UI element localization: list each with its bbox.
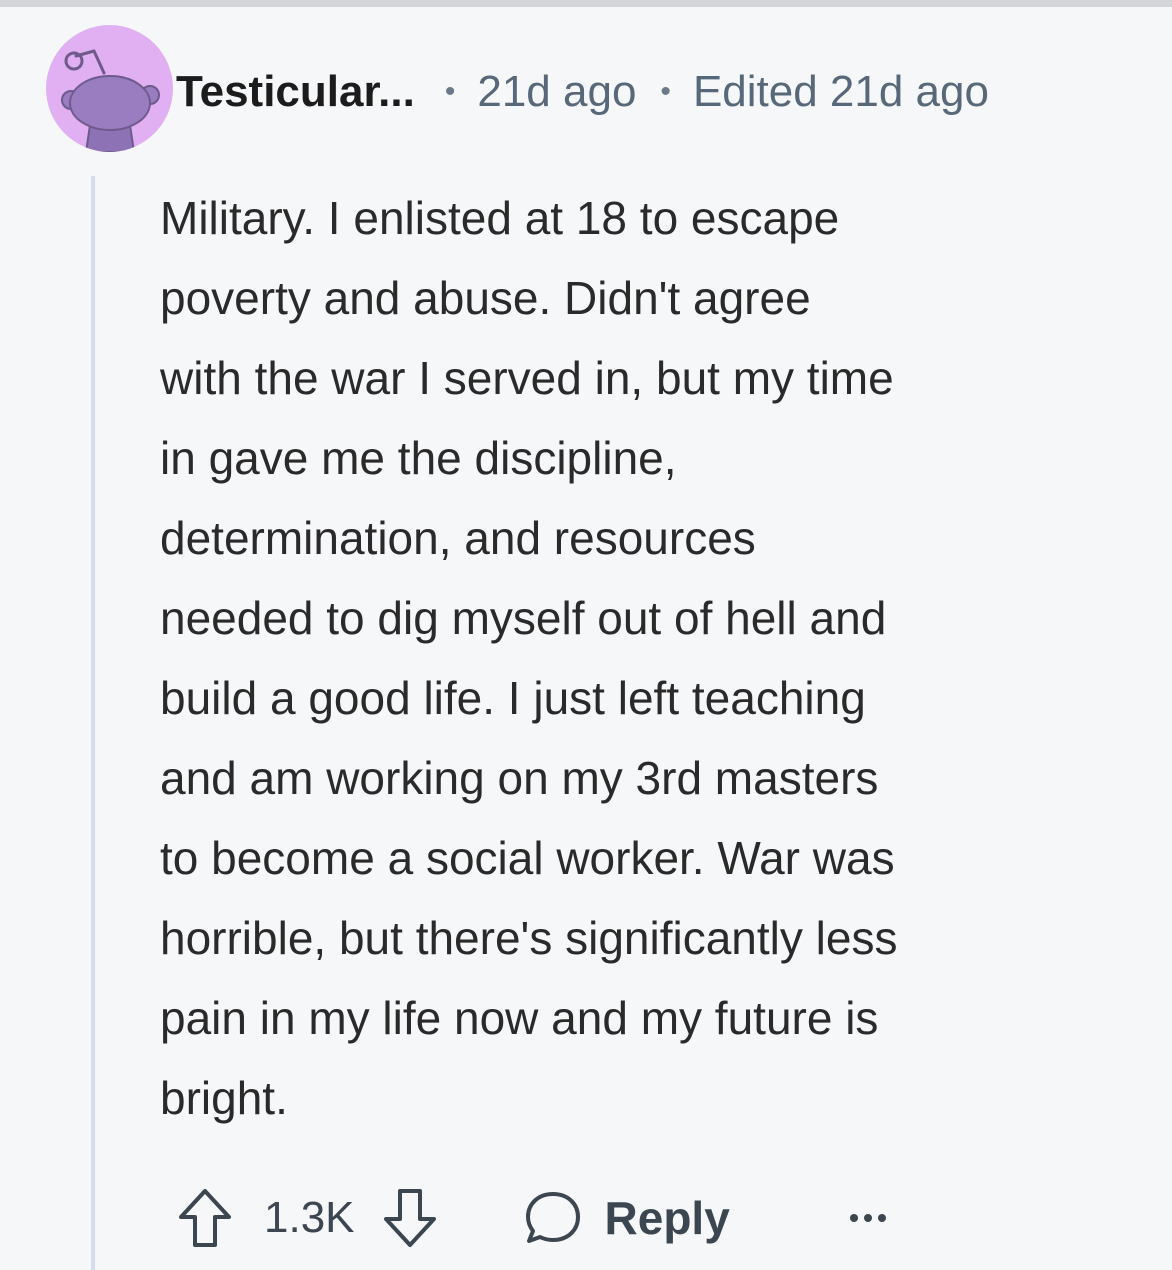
ellipsis-icon [849, 1214, 886, 1222]
edited-time: Edited 21d ago [692, 67, 989, 116]
posted-time: 21d ago [477, 67, 637, 116]
comment-text-line: and am working on my 3rd masters [160, 752, 879, 804]
comment-text-line: horrible, but there's significantly less [160, 912, 898, 964]
top-divider [0, 0, 1172, 7]
downvote-button[interactable] [381, 1187, 439, 1249]
upvote-button[interactable] [176, 1187, 234, 1249]
comment-text-line: Military. I enlisted at 18 to escape [160, 192, 840, 244]
downvote-arrow-icon [383, 1189, 436, 1247]
speech-bubble-icon [525, 1192, 580, 1243]
comment-text-line: pain in my life now and my future is [160, 992, 879, 1044]
author-name[interactable]: Testicular... [176, 67, 415, 117]
comment-text-line: determination, and resources [160, 512, 756, 564]
reddit-snoo-avatar-icon [61, 49, 160, 152]
separator-dot: • [660, 75, 671, 108]
vote-score: 1.3K [264, 1193, 355, 1242]
comment-actions: 1.3K Reply [176, 1180, 888, 1256]
reply-button[interactable]: Reply [523, 1189, 730, 1247]
comment-text-line: build a good life. I just left teaching [160, 672, 866, 724]
comment-header: Testicular... • 21d ago • Edited 21d ago [176, 62, 989, 122]
thread-line[interactable] [91, 176, 95, 1270]
comment-text-line: in gave me the discipline, [160, 432, 677, 484]
reply-label: Reply [604, 1192, 730, 1244]
comment-text-line: with the war I served in, but my time [160, 352, 894, 404]
comment-text-line: to become a social worker. War was [160, 832, 895, 884]
comment-text-line: bright. [160, 1072, 288, 1124]
separator-dot: • [444, 75, 456, 108]
comment-text-line: poverty and abuse. Didn't agree [160, 272, 811, 324]
upvote-arrow-icon [179, 1189, 231, 1247]
comment-text-line: needed to dig myself out of hell and [160, 592, 887, 644]
user-avatar[interactable] [46, 25, 173, 152]
more-options-button[interactable] [848, 1211, 888, 1225]
comment-body: Military. I enlisted at 18 to escape pov… [160, 178, 1150, 1138]
